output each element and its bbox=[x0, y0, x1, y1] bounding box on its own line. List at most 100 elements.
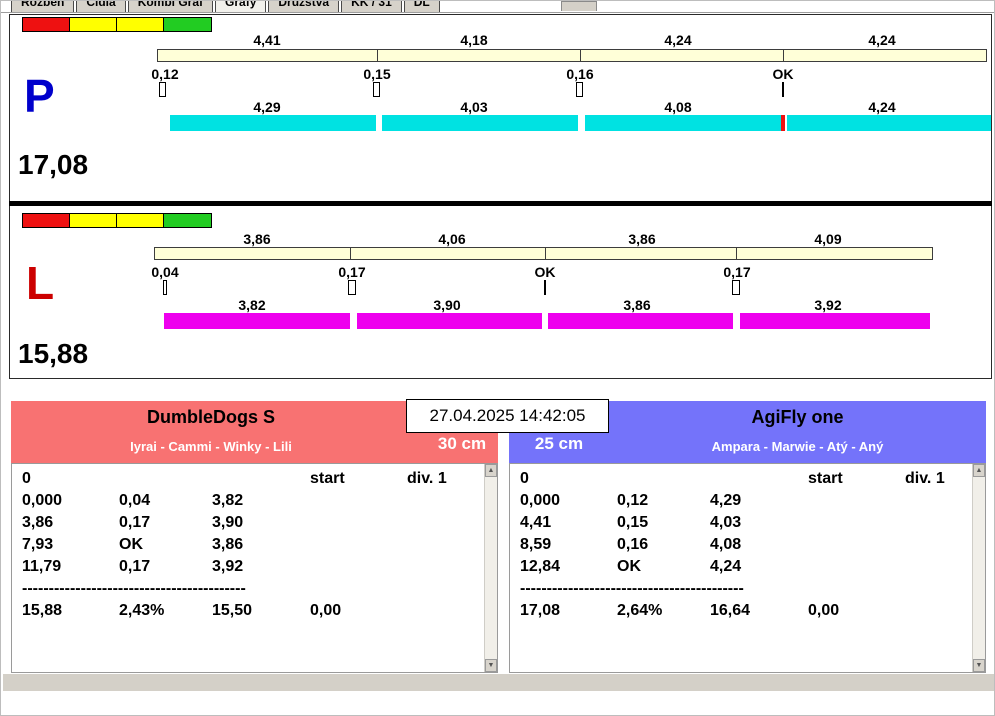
results-cell: 4,08 bbox=[710, 536, 742, 553]
changeover-time-label: 0,12 bbox=[151, 66, 179, 82]
changeover-box bbox=[576, 82, 583, 97]
results-cell: 4,03 bbox=[710, 514, 742, 531]
table-row: 12,84 OK 4,24 bbox=[510, 558, 985, 576]
split-time-label: 4,18 bbox=[460, 32, 488, 48]
changeover-time-label: 0,17 bbox=[338, 264, 366, 280]
table-row: 0 start div. 1 bbox=[12, 470, 497, 488]
results-cell: 8,59 bbox=[520, 536, 552, 553]
results-cell: 0,15 bbox=[617, 514, 649, 531]
results-cell: 16,64 bbox=[710, 602, 751, 619]
sensor-track-segment bbox=[546, 248, 737, 259]
traffic-yellow-cell bbox=[117, 214, 164, 227]
results-cell: 2,43% bbox=[119, 602, 165, 619]
scroll-down-icon[interactable]: ▼ bbox=[973, 659, 985, 672]
results-cell: 12,84 bbox=[520, 558, 561, 575]
team-left-results-table: 0 start div. 1 0,00 0 0,04 3,82 3,86 0,17… bbox=[11, 463, 498, 673]
results-separator: ----------------------------------------… bbox=[520, 580, 744, 597]
tab-rozbeh[interactable]: Rozbeh bbox=[11, 1, 75, 12]
traffic-red-cell bbox=[23, 214, 70, 227]
scrollbar[interactable]: ▲ ▼ bbox=[972, 464, 985, 672]
dog-run-bar bbox=[787, 115, 991, 131]
split-time-label: 4,06 bbox=[438, 231, 466, 247]
sensor-track bbox=[154, 247, 933, 260]
tab-kombi-graf[interactable]: Kombi Graf bbox=[127, 1, 214, 12]
table-total-row: 15,88 2,43% 15,50 0,00 bbox=[12, 602, 497, 620]
results-cell: 0,00 bbox=[808, 602, 840, 619]
scrollbar[interactable]: ▲ ▼ bbox=[484, 464, 497, 672]
traffic-yellow-cell bbox=[117, 18, 164, 31]
tab-dl[interactable]: DL bbox=[403, 1, 440, 12]
results-cell: 3,86 bbox=[212, 536, 244, 553]
split-time-label: 4,24 bbox=[664, 32, 692, 48]
results-cell: 15,88 bbox=[22, 602, 63, 619]
results-cell: 11,79 bbox=[22, 558, 62, 575]
results-cell: 0 bbox=[22, 470, 31, 487]
status-bar bbox=[3, 674, 994, 691]
app-window: Rozbeh Cidla Kombi Graf Grafy Družstva K… bbox=[0, 0, 995, 716]
sensor-track bbox=[157, 49, 987, 62]
results-separator: ----------------------------------------… bbox=[22, 580, 246, 597]
results-cell: 4,41 bbox=[520, 514, 552, 531]
dog-run-bar bbox=[170, 115, 376, 131]
results-cell: 0 bbox=[520, 470, 529, 487]
results-cell: 4,24 bbox=[710, 558, 742, 575]
results-cell: 0,00 bbox=[310, 602, 342, 619]
tab-druzstva[interactable]: Družstva bbox=[268, 1, 340, 12]
split-time-label: 4,08 bbox=[664, 99, 692, 115]
results-cell: start bbox=[808, 470, 843, 487]
traffic-light-bar bbox=[22, 17, 212, 32]
results-cell: start bbox=[310, 470, 345, 487]
changeover-box bbox=[159, 82, 166, 97]
changeover-box bbox=[163, 280, 167, 295]
results-cell: OK bbox=[617, 558, 641, 575]
changeover-time-label: 0,17 bbox=[723, 264, 751, 280]
dog-run-bar bbox=[585, 115, 781, 131]
graphs-panel: 4,41 4,18 4,24 4,24 0,12 0,15 0,16 OK 4,… bbox=[9, 14, 992, 379]
scroll-down-icon[interactable]: ▼ bbox=[485, 659, 497, 672]
team-name: AgiFly one bbox=[751, 407, 844, 427]
tab-cidla[interactable]: Cidla bbox=[76, 1, 126, 12]
tab-grafy[interactable]: Grafy bbox=[215, 1, 267, 12]
results-cell: 0,17 bbox=[119, 558, 151, 575]
toolbar-button[interactable] bbox=[561, 1, 597, 11]
results-cell: 3,82 bbox=[212, 492, 244, 509]
table-row: 0 start div. 1 bbox=[510, 470, 985, 488]
lane-total-time: 17,08 bbox=[18, 149, 89, 180]
changeover-time-label: OK bbox=[772, 66, 794, 82]
tab-bar: Rozbeh Cidla Kombi Graf Grafy Družstva K… bbox=[9, 1, 988, 12]
results-cell: 2,64% bbox=[617, 602, 663, 619]
ok-marker bbox=[782, 82, 784, 97]
results-cell: 0,17 bbox=[119, 514, 151, 531]
sensor-track-segment bbox=[581, 50, 784, 61]
table-row: 11,79 0,17 3,92 bbox=[12, 558, 497, 576]
lane-p-panel: 4,41 4,18 4,24 4,24 0,12 0,15 0,16 OK 4,… bbox=[10, 15, 991, 201]
changeover-box bbox=[732, 280, 740, 295]
results-cell: div. 1 bbox=[407, 470, 447, 487]
ok-marker bbox=[544, 280, 546, 295]
table-row: 0,000 0,12 4,29 bbox=[510, 492, 985, 510]
scroll-up-icon[interactable]: ▲ bbox=[973, 464, 985, 477]
split-time-label: 3,82 bbox=[238, 297, 266, 313]
tab-kk-31[interactable]: KK / 31 bbox=[341, 1, 402, 12]
sensor-track-segment bbox=[784, 50, 986, 61]
table-total-row: 17,08 2,64% 16,64 0,00 bbox=[510, 602, 985, 620]
sensor-track-segment bbox=[351, 248, 546, 259]
traffic-green-cell bbox=[164, 18, 211, 31]
finish-marker bbox=[781, 115, 785, 131]
results-cell: 0,04 bbox=[119, 492, 151, 509]
lane-l-panel: 3,86 4,06 3,86 4,09 0,04 0,17 OK 0,17 3,… bbox=[10, 206, 991, 380]
results-cell: 7,93 bbox=[22, 536, 54, 553]
changeover-time-label: OK bbox=[534, 264, 556, 280]
lane-total-time: 15,88 bbox=[18, 338, 89, 369]
traffic-green-cell bbox=[164, 214, 211, 227]
traffic-red-cell bbox=[23, 18, 70, 31]
changeover-box bbox=[373, 82, 380, 97]
scroll-up-icon[interactable]: ▲ bbox=[485, 464, 497, 477]
changeover-time-label: 0,04 bbox=[151, 264, 179, 280]
jump-height-badge: 30 cm bbox=[437, 434, 487, 453]
team-right-results-table: 0 start div. 1 0,000 0,12 4,29 4,41 0,15… bbox=[509, 463, 986, 673]
results-cell: 3,90 bbox=[212, 514, 244, 531]
split-time-label: 3,86 bbox=[243, 231, 271, 247]
split-time-label: 4,41 bbox=[253, 32, 281, 48]
team-dogs: Ampara - Marwie - Atý - Aný bbox=[711, 439, 884, 454]
